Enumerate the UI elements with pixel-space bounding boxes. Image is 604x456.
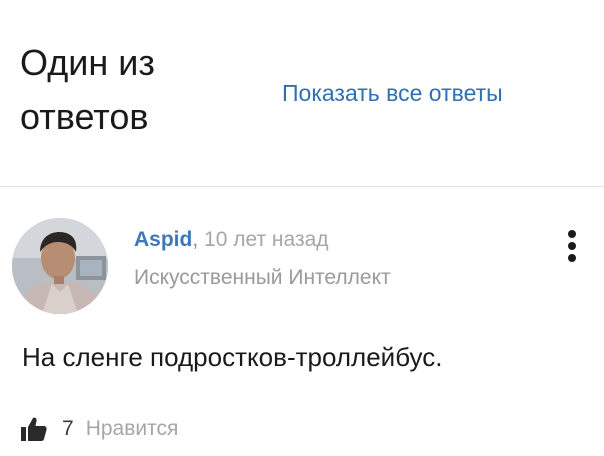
more-dot-icon: [568, 242, 576, 250]
more-dot-icon: [568, 254, 576, 262]
avatar[interactable]: [12, 218, 108, 314]
answer-text: На сленге подростков-троллейбус.: [22, 342, 443, 372]
section-title: Один из ответов: [20, 42, 155, 137]
show-all-answers-link[interactable]: Показать все ответы: [282, 78, 503, 108]
avatar-photo: [12, 218, 108, 314]
like-button[interactable]: 7 Нравится: [20, 414, 178, 444]
answer-meta: Aspid, 10 лет назад: [134, 226, 329, 254]
answer-time: 10 лет назад: [204, 228, 329, 251]
answers-header: Один из ответов Показать все ответы: [0, 0, 604, 186]
thumbs-up-icon: [21, 417, 47, 441]
meta-separator: ,: [192, 228, 199, 251]
author-name[interactable]: Aspid: [134, 228, 192, 251]
like-count: 7: [62, 417, 74, 440]
author-role: Искусственный Интеллект: [134, 266, 391, 289]
like-label: Нравится: [85, 417, 179, 440]
more-options-button[interactable]: [560, 226, 584, 266]
divider: [0, 186, 604, 187]
more-dot-icon: [568, 230, 576, 238]
